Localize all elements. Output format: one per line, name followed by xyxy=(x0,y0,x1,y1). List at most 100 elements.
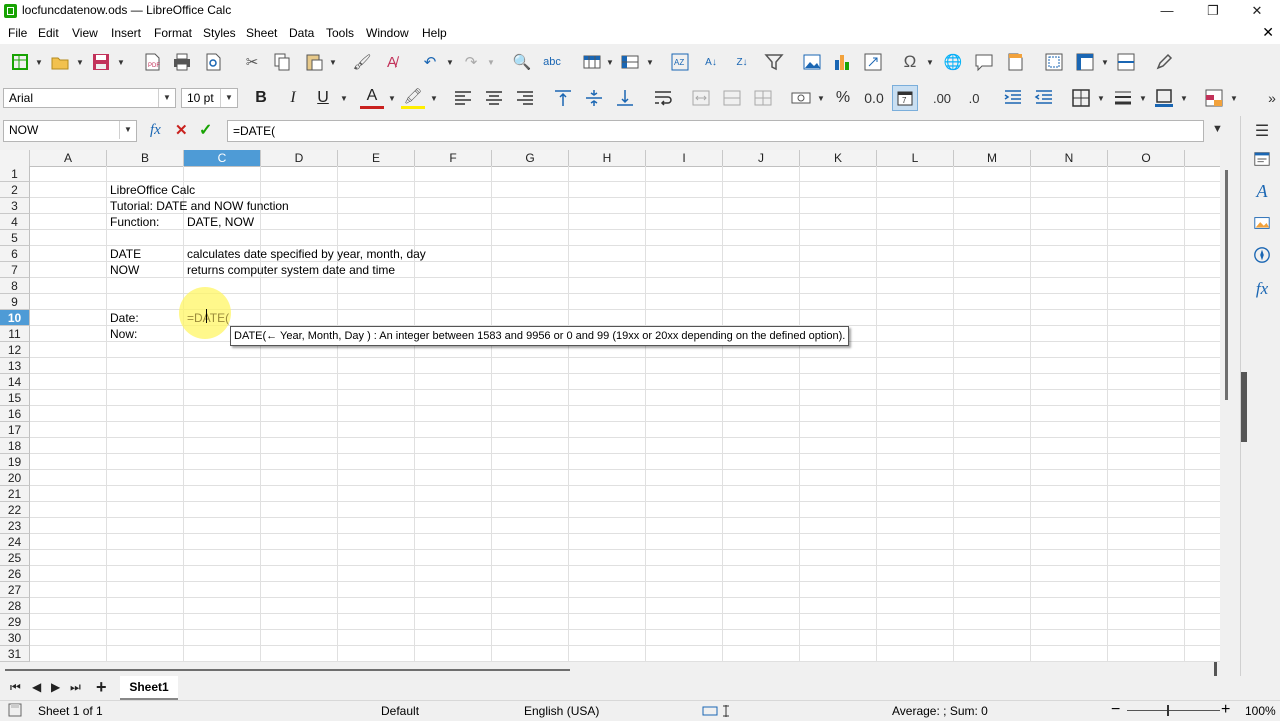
cell-b6[interactable]: DATE xyxy=(108,246,141,262)
column-header-n[interactable]: N xyxy=(1031,150,1108,166)
row-header-17[interactable]: 17 xyxy=(0,422,30,438)
currency-format-icon[interactable] xyxy=(789,86,813,110)
row-header-5[interactable]: 5 xyxy=(0,230,30,246)
align-center-icon[interactable] xyxy=(482,86,506,110)
chevron-down-icon[interactable]: ▼ xyxy=(1230,94,1238,103)
row-header-12[interactable]: 12 xyxy=(0,342,30,358)
new-document-icon[interactable] xyxy=(8,50,32,74)
sheet-tab[interactable]: Sheet1 xyxy=(120,676,178,700)
row-header-21[interactable]: 21 xyxy=(0,486,30,502)
row-header-7[interactable]: 7 xyxy=(0,262,30,278)
chevron-down-icon[interactable]: ▼ xyxy=(340,94,348,103)
column-header-b[interactable]: B xyxy=(107,150,184,166)
insert-chart-icon[interactable] xyxy=(830,50,854,74)
bold-button[interactable]: B xyxy=(249,86,273,110)
row-header-18[interactable]: 18 xyxy=(0,438,30,454)
align-bottom-icon[interactable] xyxy=(613,86,637,110)
menu-format[interactable]: Format xyxy=(154,26,192,40)
more-options-icon[interactable]: » xyxy=(1260,86,1280,110)
previous-sheet-icon[interactable]: ◀ xyxy=(32,680,41,694)
pivot-table-icon[interactable] xyxy=(861,50,885,74)
sort-icon[interactable]: AZ xyxy=(668,50,692,74)
column-header-h[interactable]: H xyxy=(569,150,646,166)
headers-footers-icon[interactable] xyxy=(1003,50,1027,74)
chevron-down-icon[interactable]: ▼ xyxy=(1139,94,1147,103)
show-draw-functions-icon[interactable] xyxy=(1152,50,1176,74)
zoom-level[interactable]: 100% xyxy=(1245,704,1276,718)
menu-styles[interactable]: Styles xyxy=(203,26,236,40)
cell-b3[interactable]: Tutorial: DATE and NOW function xyxy=(108,198,289,214)
cell-b7[interactable]: NOW xyxy=(108,262,139,278)
open-folder-icon[interactable] xyxy=(48,50,72,74)
row-header-23[interactable]: 23 xyxy=(0,518,30,534)
menu-edit[interactable]: Edit xyxy=(38,26,59,40)
column-header-a[interactable]: A xyxy=(30,150,107,166)
add-decimal-button[interactable]: .00 xyxy=(930,86,954,110)
row-header-25[interactable]: 25 xyxy=(0,550,30,566)
autofilter-icon[interactable] xyxy=(762,50,786,74)
row-header-30[interactable]: 30 xyxy=(0,630,30,646)
select-all-corner[interactable] xyxy=(0,150,30,166)
column-icon[interactable] xyxy=(618,50,642,74)
chevron-down-icon[interactable]: ▼ xyxy=(646,58,654,67)
gallery-icon[interactable] xyxy=(1251,212,1273,234)
border-style-icon[interactable] xyxy=(1111,86,1135,110)
name-box[interactable]: NOW ▼ xyxy=(3,120,137,142)
cell-c7[interactable]: returns computer system date and time xyxy=(185,262,395,278)
font-name-combo[interactable]: Arial ▼ xyxy=(3,88,176,108)
undo-icon[interactable]: ↶ xyxy=(418,50,442,74)
sidebar-menu-icon[interactable]: ☰ xyxy=(1251,120,1273,142)
row-header-10[interactable]: 10 xyxy=(0,310,30,326)
menu-view[interactable]: View xyxy=(72,26,98,40)
row-header-1[interactable]: 1 xyxy=(0,166,30,182)
decrease-indent-icon[interactable] xyxy=(1032,86,1056,110)
menu-tools[interactable]: Tools xyxy=(326,26,354,40)
row-header-9[interactable]: 9 xyxy=(0,294,30,310)
row-header-11[interactable]: 11 xyxy=(0,326,30,342)
merge-center-icon[interactable] xyxy=(689,86,713,110)
accept-icon[interactable]: ✓ xyxy=(199,120,212,140)
define-print-area-icon[interactable] xyxy=(1042,50,1066,74)
print-preview-icon[interactable] xyxy=(201,50,225,74)
navigator-icon[interactable] xyxy=(1251,244,1273,266)
center-vertically-icon[interactable] xyxy=(582,86,606,110)
expand-formula-bar-icon[interactable]: ▼ xyxy=(1212,123,1223,135)
column-header-k[interactable]: K xyxy=(800,150,877,166)
chevron-down-icon[interactable]: ▼ xyxy=(1180,94,1188,103)
cell-b10[interactable]: Date: xyxy=(108,310,139,326)
row-header-20[interactable]: 20 xyxy=(0,470,30,486)
remove-decimal-button[interactable]: .0 xyxy=(962,86,986,110)
menu-file[interactable]: File xyxy=(8,26,27,40)
row-header-28[interactable]: 28 xyxy=(0,598,30,614)
menu-data[interactable]: Data xyxy=(289,26,314,40)
border-color-icon[interactable] xyxy=(1152,86,1176,110)
close-window-button[interactable]: ✕ xyxy=(1234,0,1280,22)
row-header-26[interactable]: 26 xyxy=(0,566,30,582)
column-header-j[interactable]: J xyxy=(723,150,800,166)
menu-window[interactable]: Window xyxy=(366,26,409,40)
hyperlink-icon[interactable]: 🌐 xyxy=(941,50,965,74)
function-wizard-icon[interactable]: fx xyxy=(150,122,161,139)
align-left-icon[interactable] xyxy=(451,86,475,110)
vertical-scrollbar-thumb[interactable] xyxy=(1225,170,1228,400)
selection-mode-icon[interactable] xyxy=(702,705,732,720)
row-header-3[interactable]: 3 xyxy=(0,198,30,214)
chevron-down-icon[interactable]: ▼ xyxy=(117,58,125,67)
properties-icon[interactable] xyxy=(1251,148,1273,170)
underline-button[interactable]: U xyxy=(311,86,335,110)
cell-c6[interactable]: calculates date specified by year, month… xyxy=(185,246,426,262)
merge-cells-icon[interactable] xyxy=(720,86,744,110)
sidebar-collapse-handle[interactable] xyxy=(1241,372,1247,442)
sort-descending-icon[interactable]: Z↓ xyxy=(730,50,754,74)
row-header-16[interactable]: 16 xyxy=(0,406,30,422)
row-header-4[interactable]: 4 xyxy=(0,214,30,230)
cell-c10[interactable]: =DATE( xyxy=(185,310,229,326)
selection-summary[interactable]: Average: ; Sum: 0 xyxy=(892,704,988,718)
comment-icon[interactable] xyxy=(972,50,996,74)
wrap-text-icon[interactable] xyxy=(651,86,675,110)
copy-icon[interactable] xyxy=(270,50,294,74)
cell-b4[interactable]: Function: xyxy=(108,214,159,230)
horizontal-scrollbar-thumb[interactable] xyxy=(5,669,570,671)
chevron-down-icon[interactable]: ▼ xyxy=(446,58,454,67)
paste-icon[interactable] xyxy=(302,50,326,74)
